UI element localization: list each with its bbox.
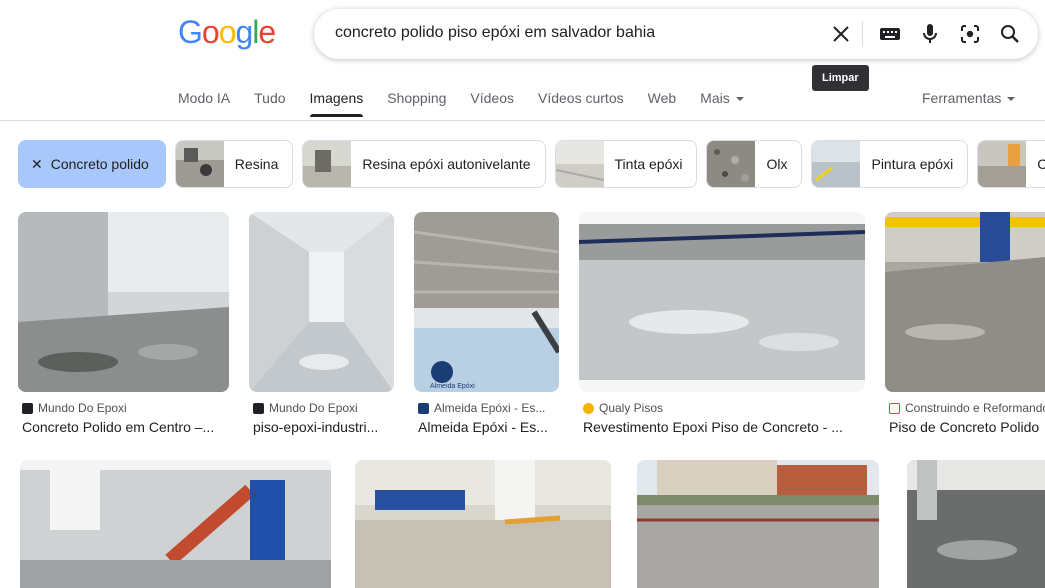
google-logo[interactable]: Google bbox=[178, 14, 276, 51]
tab-videos[interactable]: Vídeos bbox=[470, 90, 514, 106]
logo-letter: o bbox=[218, 14, 237, 50]
tab-shopping[interactable]: Shopping bbox=[387, 90, 446, 106]
result-source[interactable]: Almeida Epóxi - Es... bbox=[418, 401, 558, 415]
site-favicon bbox=[22, 402, 33, 414]
result-image[interactable] bbox=[637, 460, 879, 588]
chip-thumbnail bbox=[978, 141, 1027, 187]
chip-tinta-epoxi[interactable]: Tinta epóxi bbox=[554, 140, 698, 188]
mic-icon[interactable] bbox=[918, 22, 942, 46]
header-divider bbox=[0, 120, 1045, 121]
chip-thumbnail bbox=[555, 141, 604, 187]
logo-letter: e bbox=[258, 14, 276, 50]
result-source[interactable]: Construindo e Reformando bbox=[889, 401, 1045, 415]
chip-thumbnail bbox=[707, 141, 756, 187]
tab-videos-curtos[interactable]: Vídeos curtos bbox=[538, 90, 624, 106]
search-divider bbox=[862, 21, 863, 47]
tab-mais[interactable]: Mais bbox=[700, 90, 744, 106]
result-source[interactable]: Mundo Do Epoxi bbox=[22, 401, 227, 415]
chip-resina-epoxi-autonivelante[interactable]: Resina epóxi autonivelante bbox=[302, 140, 546, 188]
source-name: Almeida Epóxi - Es... bbox=[434, 401, 546, 415]
chip-label: Concreto polido bbox=[50, 156, 149, 172]
pdf-icon bbox=[889, 402, 900, 414]
chip-label: Tinta epóxi bbox=[614, 156, 683, 172]
search-tabs: Modo IA Tudo Imagens Shopping Vídeos Víd… bbox=[178, 90, 768, 117]
chip-label: Co bbox=[1026, 156, 1045, 172]
chip-pintura-epoxi[interactable]: Pintura epóxi bbox=[811, 140, 969, 188]
tab-mais-label: Mais bbox=[700, 90, 730, 106]
result-image[interactable]: Almeida Epóxi bbox=[414, 212, 559, 392]
chevron-down-icon bbox=[735, 97, 744, 102]
watermark-text: Almeida Epóxi bbox=[430, 383, 475, 390]
search-input[interactable]: concreto polido piso epóxi em salvador b… bbox=[335, 24, 655, 42]
result-image[interactable] bbox=[885, 212, 1045, 392]
clear-tooltip: Limpar bbox=[812, 65, 869, 91]
chip-resina[interactable]: Resina bbox=[174, 140, 294, 188]
lens-icon[interactable] bbox=[958, 22, 982, 46]
chip-concreto-polido[interactable]: ✕ Concreto polido bbox=[18, 140, 166, 188]
result-image[interactable] bbox=[579, 212, 865, 392]
chip-co[interactable]: Co bbox=[977, 140, 1045, 188]
search-icon[interactable] bbox=[998, 22, 1022, 46]
search-box[interactable]: concreto polido piso epóxi em salvador b… bbox=[314, 9, 1038, 59]
result-title[interactable]: Piso de Concreto Polido bbox=[889, 419, 1045, 435]
chevron-down-icon bbox=[1007, 97, 1016, 102]
tools-label: Ferramentas bbox=[922, 90, 1002, 106]
result-title[interactable]: piso-epoxi-industri... bbox=[253, 419, 393, 435]
refinement-chips: ✕ Concreto polido Resina Resina epóxi au… bbox=[18, 140, 1045, 188]
logo-letter: g bbox=[235, 14, 253, 50]
close-icon[interactable] bbox=[829, 22, 853, 46]
result-title[interactable]: Almeida Epóxi - Es... bbox=[418, 419, 558, 435]
close-icon[interactable]: ✕ bbox=[31, 156, 43, 173]
result-image[interactable] bbox=[249, 212, 394, 392]
tools-button[interactable]: Ferramentas bbox=[922, 90, 1016, 106]
site-favicon bbox=[583, 402, 594, 414]
keyboard-icon[interactable] bbox=[878, 22, 902, 46]
site-favicon bbox=[253, 402, 264, 414]
chip-thumbnail bbox=[812, 141, 861, 187]
result-source[interactable]: Qualy Pisos bbox=[583, 401, 863, 415]
result-title[interactable]: Revestimento Epoxi Piso de Concreto - ..… bbox=[583, 419, 863, 435]
site-favicon bbox=[418, 402, 429, 414]
chip-label: Pintura epóxi bbox=[871, 156, 954, 172]
chip-thumbnail bbox=[303, 141, 352, 187]
result-image[interactable] bbox=[18, 212, 229, 392]
chip-olx[interactable]: Olx bbox=[706, 140, 803, 188]
tab-tudo[interactable]: Tudo bbox=[254, 90, 285, 106]
chip-label: Resina epóxi autonivelante bbox=[362, 156, 531, 172]
chip-label: Olx bbox=[766, 156, 788, 172]
tab-imagens[interactable]: Imagens bbox=[309, 90, 363, 117]
logo-letter: o bbox=[201, 14, 220, 50]
result-image[interactable] bbox=[355, 460, 611, 588]
logo-letter: G bbox=[178, 14, 203, 50]
source-name: Mundo Do Epoxi bbox=[269, 401, 358, 415]
tab-modo-ia[interactable]: Modo IA bbox=[178, 90, 230, 106]
source-name: Construindo e Reformando bbox=[905, 401, 1045, 415]
chip-label: Resina bbox=[234, 156, 279, 172]
source-name: Mundo Do Epoxi bbox=[38, 401, 127, 415]
result-image[interactable] bbox=[20, 460, 331, 588]
chip-thumbnail bbox=[175, 141, 224, 187]
tab-web[interactable]: Web bbox=[648, 90, 677, 106]
result-image[interactable] bbox=[907, 460, 1045, 588]
source-name: Qualy Pisos bbox=[599, 401, 664, 415]
result-source[interactable]: Mundo Do Epoxi bbox=[253, 401, 393, 415]
result-title[interactable]: Concreto Polido em Centro –... bbox=[22, 419, 227, 435]
